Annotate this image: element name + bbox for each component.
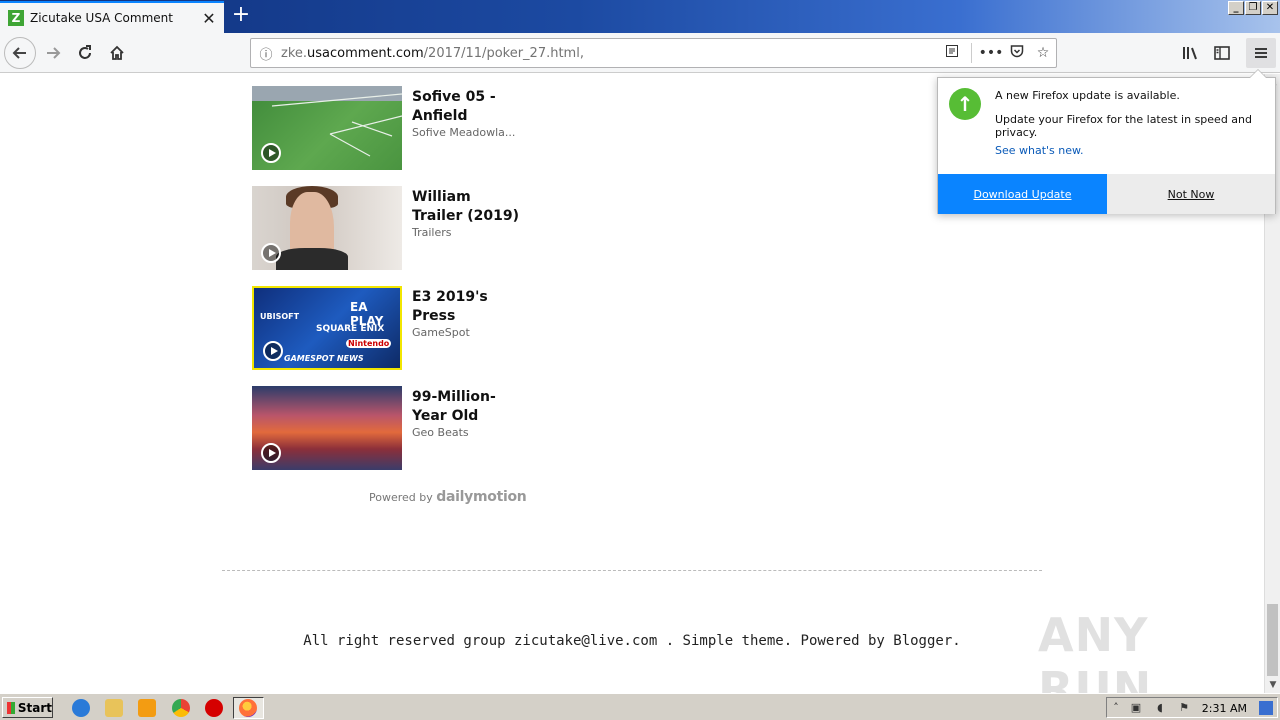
url-bar[interactable]: ⓘ zke.usacomment.com/2017/11/poker_27.ht… <box>250 38 1057 68</box>
video-title[interactable]: 99-Million-Year Old <box>412 388 522 426</box>
site-favicon-icon: Z <box>8 10 24 26</box>
title-bar: Z Zicutake USA Comment ✕ + _ ❐ ✕ <box>0 0 1280 33</box>
play-icon[interactable] <box>263 341 283 361</box>
url-separator <box>971 43 972 63</box>
thumb-label-nintendo: Nintendo <box>346 339 392 348</box>
window-close-icon[interactable]: ✕ <box>1262 1 1278 15</box>
forward-arrow-icon[interactable] <box>38 38 68 68</box>
thumb-label-gamespot: GAMESPOT NEWS <box>284 354 364 363</box>
play-icon[interactable] <box>261 443 281 463</box>
footer-divider <box>222 570 1042 571</box>
new-tab-button[interactable]: + <box>230 4 252 27</box>
anyrun-watermark: ANY RUN <box>1038 608 1153 693</box>
thumb-label-ubisoft: UBISOFT <box>260 312 300 321</box>
video-title[interactable]: Sofive 05 - Anfield <box>412 88 522 126</box>
opera-icon[interactable] <box>205 699 223 717</box>
update-heading: A new Firefox update is available. <box>995 89 1180 102</box>
thumb-label-square-enix: SQUARE ENIX <box>316 324 385 334</box>
video-item[interactable]: 99-Million-Year Old Geo Beats <box>252 386 522 470</box>
sidebar-icon[interactable] <box>1207 38 1237 68</box>
tab-close-icon[interactable]: ✕ <box>198 7 220 29</box>
update-description: Update your Firefox for the latest in sp… <box>995 113 1253 139</box>
show-desktop-icon[interactable] <box>1259 701 1273 715</box>
video-thumbnail[interactable] <box>252 86 402 170</box>
video-source: Trailers <box>412 226 452 239</box>
video-source: Sofive Meadowla... <box>412 126 516 139</box>
download-update-button[interactable]: Download Update <box>938 174 1107 214</box>
media-player-icon[interactable] <box>138 699 156 717</box>
home-icon[interactable] <box>102 38 132 68</box>
scrollbar-thumb[interactable] <box>1267 604 1278 676</box>
video-item[interactable]: William Trailer (2019) Trailers <box>252 186 522 270</box>
chrome-icon[interactable] <box>172 699 190 717</box>
start-label: Start <box>17 700 52 715</box>
update-notification-panel: ↑ A new Firefox update is available. Upd… <box>937 69 1276 214</box>
restore-icon[interactable]: ❐ <box>1245 1 1261 15</box>
pocket-icon[interactable] <box>1004 44 1030 62</box>
bookmark-star-icon[interactable]: ☆ <box>1030 45 1056 61</box>
volume-icon[interactable]: ◖ <box>1153 701 1167 715</box>
firefox-taskbar-button[interactable] <box>233 697 264 719</box>
hamburger-menu-icon[interactable] <box>1246 38 1276 68</box>
tray-expand-icon[interactable]: ˄ <box>1109 701 1123 715</box>
scroll-down-icon[interactable]: ▼ <box>1265 677 1280 693</box>
video-item[interactable]: UBISOFT EA PLAY SQUARE ENIX Nintendo GAM… <box>252 286 522 370</box>
action-center-flag-icon[interactable]: ⚑ <box>1177 701 1191 715</box>
back-arrow-icon[interactable] <box>4 37 36 69</box>
system-tray: ˄ ▣ ◖ ⚑ 2:31 AM <box>1106 697 1278 718</box>
tab-active[interactable]: Z Zicutake USA Comment ✕ <box>0 1 224 33</box>
play-icon[interactable] <box>261 243 281 263</box>
library-icon[interactable] <box>1176 38 1206 68</box>
powered-by-dailymotion[interactable]: Powered by dailymotion <box>369 489 527 505</box>
thumbnail-shirt <box>276 248 348 270</box>
windows-flag-icon <box>7 701 15 714</box>
video-thumbnail[interactable] <box>252 386 402 470</box>
reader-view-icon[interactable] <box>939 44 965 62</box>
reload-icon[interactable] <box>70 38 100 68</box>
internet-explorer-icon[interactable] <box>72 699 90 717</box>
video-item[interactable]: Sofive 05 - Anfield Sofive Meadowla... <box>252 86 522 170</box>
video-thumbnail[interactable]: UBISOFT EA PLAY SQUARE ENIX Nintendo GAM… <box>252 286 402 370</box>
video-title[interactable]: William Trailer (2019) <box>412 188 522 226</box>
firefox-icon <box>239 699 257 717</box>
video-source: GameSpot <box>412 326 470 339</box>
minimize-icon[interactable]: _ <box>1228 1 1244 15</box>
nav-toolbar: ⓘ zke.usacomment.com/2017/11/poker_27.ht… <box>0 33 1280 73</box>
tab-title: Zicutake USA Comment <box>30 11 173 25</box>
start-button[interactable]: Start <box>2 697 53 718</box>
url-input[interactable]: zke.usacomment.com/2017/11/poker_27.html… <box>281 46 939 61</box>
info-icon[interactable]: ⓘ <box>251 44 281 63</box>
taskbar: Start ˄ ▣ ◖ ⚑ 2:31 AM <box>0 693 1280 720</box>
whats-new-link[interactable]: See what's new. <box>995 144 1084 157</box>
play-icon[interactable] <box>261 143 281 163</box>
more-actions-icon[interactable]: ••• <box>978 45 1004 61</box>
video-title[interactable]: E3 2019's Press <box>412 288 522 326</box>
update-arrow-icon: ↑ <box>949 88 981 120</box>
file-explorer-icon[interactable] <box>105 699 123 717</box>
clock[interactable]: 2:31 AM <box>1202 702 1247 715</box>
video-thumbnail[interactable] <box>252 186 402 270</box>
network-icon[interactable]: ▣ <box>1129 701 1143 715</box>
video-source: Geo Beats <box>412 426 469 439</box>
not-now-button[interactable]: Not Now <box>1107 174 1275 214</box>
